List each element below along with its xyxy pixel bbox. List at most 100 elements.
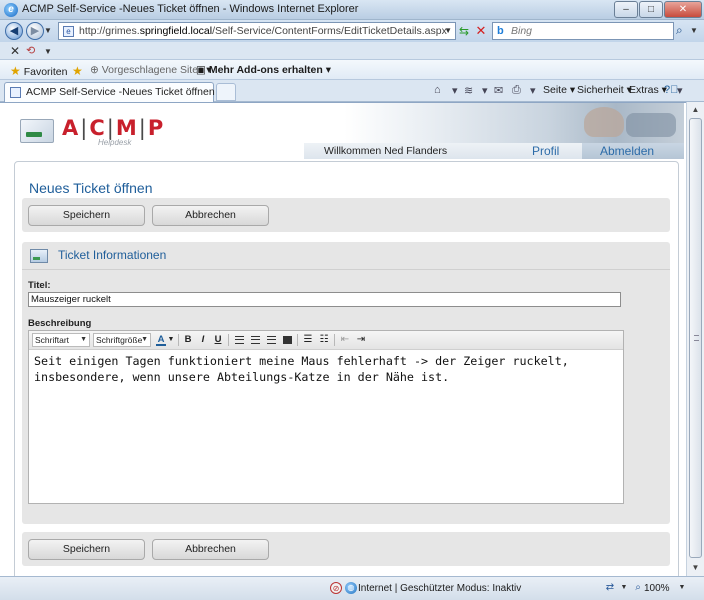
logout-link[interactable]: Abmelden (600, 144, 654, 158)
zoom-level[interactable]: 100% (644, 583, 670, 594)
page-icon: e (63, 26, 74, 37)
editor-toolbar: Schriftart ▼ Schriftgröße ▼ A ▼ B I U ☰ ☷ … (29, 331, 623, 350)
description-content[interactable]: Seit einigen Tagen funktioniert meine Ma… (34, 353, 618, 385)
history-dropdown-icon[interactable]: ▼ (44, 26, 52, 35)
search-placeholder: Bing (511, 25, 533, 37)
logo-subtitle: Helpdesk (98, 138, 132, 147)
cancel-button-top[interactable]: Abbrechen (152, 205, 269, 226)
tab-bar: ACMP Self-Service -Neues Ticket öffnen ⌂… (0, 80, 704, 102)
address-url[interactable]: http://grimes.springfield.local/Self-Ser… (79, 25, 447, 37)
search-dropdown-icon[interactable]: ▼ (690, 26, 698, 35)
status-bar: ⊘ ◍ Internet | Geschützter Modus: Inakti… (0, 576, 704, 600)
mail-icon[interactable]: ✉ (494, 84, 503, 97)
italic-button[interactable]: I (196, 333, 210, 347)
acmp-logo: A|C|M|P (62, 116, 166, 140)
home-dropdown-icon[interactable]: ▾ (452, 84, 458, 97)
search-box[interactable]: b Bing (492, 22, 674, 40)
popup-blocked-icon[interactable]: ⊘ (330, 582, 342, 594)
justify-icon[interactable] (280, 333, 294, 347)
safety-menu[interactable]: Sicherheit ▾ (577, 84, 632, 96)
profile-link[interactable]: Profil (532, 144, 559, 158)
ticket-info-icon (30, 249, 48, 263)
stop-icon[interactable]: ✕ (473, 23, 489, 39)
helpdesk-logo-icon (20, 119, 54, 143)
close-toolbar-icon[interactable]: ✕ (10, 44, 20, 58)
close-window-button[interactable]: ✕ (664, 1, 702, 18)
window-controls: – □ ✕ (614, 1, 702, 18)
font-family-select[interactable]: Schriftart ▼ (32, 333, 90, 347)
translate-icon[interactable]: ⟲ (26, 44, 35, 57)
security-zone-text: Internet | Geschützter Modus: Inaktiv (358, 583, 522, 594)
address-dropdown-icon[interactable]: ▼ (444, 26, 452, 35)
maximize-button[interactable]: □ (639, 1, 663, 18)
save-button-top[interactable]: Speichern (28, 205, 145, 226)
top-action-bar: Speichern Abbrechen (22, 198, 670, 232)
underline-button[interactable]: U (211, 333, 225, 347)
feeds-dropdown-icon[interactable]: ▾ (482, 84, 488, 97)
title-input[interactable] (28, 292, 621, 307)
title-label: Titel: (28, 280, 51, 291)
description-label: Beschreibung (28, 318, 92, 329)
protected-mode-icon[interactable]: ⇄ (604, 582, 616, 594)
home-icon[interactable]: ⌂ (434, 84, 441, 96)
feeds-icon[interactable]: ≋ (464, 84, 473, 97)
window-title: ACMP Self-Service -Neues Ticket öffnen -… (22, 3, 359, 15)
new-tab-button[interactable] (216, 83, 236, 101)
align-left-icon[interactable] (232, 333, 246, 347)
suggested-sites-link[interactable]: ⊕ Vorgeschlagene Sites ▾ (90, 64, 212, 76)
indent-icon[interactable]: ⇥ (354, 333, 368, 347)
tab-label: ACMP Self-Service -Neues Ticket öffnen (26, 86, 215, 98)
translate-dropdown-icon[interactable]: ▼ (44, 47, 52, 56)
outdent-icon[interactable]: ⇤ (338, 333, 352, 347)
numbered-list-icon[interactable]: ☷ (317, 333, 331, 347)
favorites-bar: ★ Favoriten ★ ⊕ Vorgeschlagene Sites ▾ ▣… (0, 60, 704, 80)
ticket-info-panel: Ticket Informationen Titel: Beschreibung… (22, 242, 670, 524)
help-dropdown-icon[interactable]: ▾ (677, 84, 683, 97)
page-icon (10, 87, 21, 98)
page-viewport: A|C|M|P Helpdesk Willkommen Ned Flanders… (0, 102, 686, 576)
align-right-icon[interactable] (264, 333, 278, 347)
bing-icon: b (497, 25, 504, 37)
bullet-list-icon[interactable]: ☰ (301, 333, 315, 347)
back-icon[interactable]: ◀ (5, 22, 23, 40)
vertical-scrollbar[interactable]: ▲ ▼ (686, 102, 704, 576)
navigation-bar: ◀ ▶ ▼ e http://grimes.springfield.local/… (0, 20, 704, 42)
page-title: Neues Ticket öffnen (29, 180, 153, 196)
addons-link[interactable]: ▣ Mehr Add-ons erhalten ▾ (196, 64, 331, 76)
bold-button[interactable]: B (181, 333, 195, 347)
font-size-select[interactable]: Schriftgröße ▼ (93, 333, 151, 347)
page-menu[interactable]: Seite ▾ (543, 84, 575, 96)
bottom-action-bar: Speichern Abbrechen (22, 532, 670, 566)
zoom-icon[interactable]: ⌕ (632, 582, 644, 594)
ie-logo-icon: e (4, 3, 18, 17)
command-row: ✕ ⟲ ▼ (0, 42, 704, 60)
refresh-icon[interactable]: ⇆ (456, 23, 472, 39)
zoom-dropdown-icon[interactable]: ▼ (676, 582, 688, 594)
header-banner-image (344, 103, 684, 147)
scroll-down-icon[interactable]: ▼ (687, 560, 704, 576)
app-header: A|C|M|P Helpdesk Willkommen Ned Flanders… (14, 103, 684, 161)
scroll-thumb[interactable] (689, 118, 702, 558)
description-editor[interactable]: Schriftart ▼ Schriftgröße ▼ A ▼ B I U ☰ ☷ … (28, 330, 624, 504)
font-color-button[interactable]: A (154, 333, 168, 347)
search-icon[interactable]: ⌕ (676, 23, 683, 38)
add-favorite-icon[interactable]: ★ (72, 64, 83, 78)
favorites-button[interactable]: ★ Favoriten (10, 64, 67, 78)
align-center-icon[interactable] (248, 333, 262, 347)
scroll-up-icon[interactable]: ▲ (687, 102, 704, 118)
status-dropdown-icon[interactable]: ▼ (618, 582, 630, 594)
extras-menu[interactable]: Extras ▾ (629, 84, 667, 96)
address-bar[interactable]: e http://grimes.springfield.local/Self-S… (58, 22, 456, 40)
cancel-button-bottom[interactable]: Abbrechen (152, 539, 269, 560)
window-titlebar: e ACMP Self-Service -Neues Ticket öffnen… (0, 0, 704, 20)
minimize-button[interactable]: – (614, 1, 638, 18)
save-button-bottom[interactable]: Speichern (28, 539, 145, 560)
favorites-star-icon: ★ (10, 64, 21, 78)
section-header: Ticket Informationen (22, 242, 670, 270)
forward-icon[interactable]: ▶ (26, 22, 44, 40)
welcome-text: Willkommen Ned Flanders (324, 145, 448, 157)
tab-current[interactable]: ACMP Self-Service -Neues Ticket öffnen (4, 82, 215, 102)
print-dropdown-icon[interactable]: ▾ (530, 84, 536, 97)
print-icon[interactable]: ⎙ (512, 84, 521, 97)
font-color-dropdown-icon[interactable]: ▼ (167, 333, 175, 347)
